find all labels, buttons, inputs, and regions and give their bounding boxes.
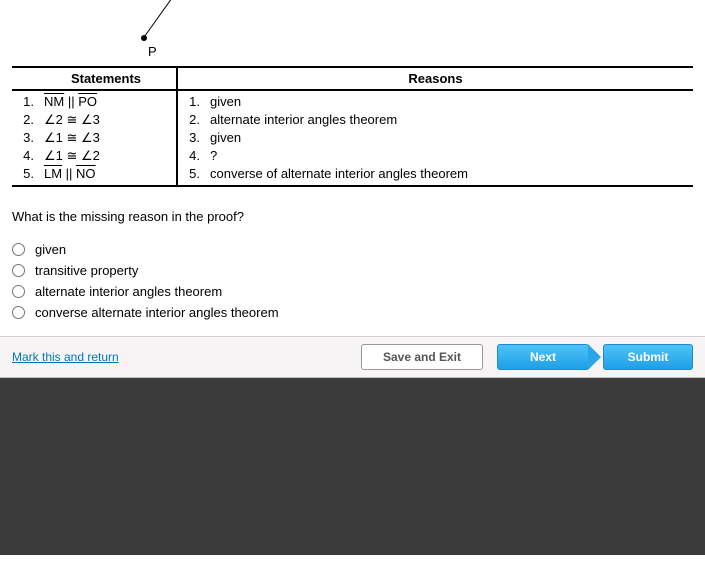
answer-option[interactable]: alternate interior angles theorem — [12, 284, 693, 299]
statement-text: LM || NO — [40, 165, 176, 183]
reason-text: ? — [206, 147, 693, 165]
option-label: converse alternate interior angles theor… — [35, 305, 279, 320]
answer-option[interactable]: converse alternate interior angles theor… — [12, 305, 693, 320]
option-label: transitive property — [35, 263, 138, 278]
answer-option[interactable]: given — [12, 242, 693, 257]
reason-text: converse of alternate interior angles th… — [206, 165, 693, 183]
reason-number: 5. — [178, 165, 206, 183]
option-label: alternate interior angles theorem — [35, 284, 222, 299]
statement-text: ∠2 ≅ ∠3 — [40, 111, 176, 129]
radio-input[interactable] — [12, 243, 25, 256]
radio-input[interactable] — [12, 264, 25, 277]
empty-area — [0, 378, 705, 555]
reason-text: given — [206, 129, 693, 147]
statement-number: 5. — [12, 165, 40, 183]
radio-input[interactable] — [12, 306, 25, 319]
reason-number: 1. — [178, 93, 206, 111]
statement-text: ∠1 ≅ ∠3 — [40, 129, 176, 147]
footer-bar: Mark this and return Save and Exit Next … — [0, 336, 705, 378]
reason-number: 3. — [178, 129, 206, 147]
save-and-exit-button[interactable]: Save and Exit — [361, 344, 483, 370]
reason-number: 4. — [178, 147, 206, 165]
reason-text: given — [206, 93, 693, 111]
statement-text: NM || PO — [40, 93, 176, 111]
submit-button[interactable]: Submit — [603, 344, 693, 370]
statement-text: ∠1 ≅ ∠2 — [40, 147, 176, 165]
proof-table: Statements Reasons 1.NM || PO2.∠2 ≅ ∠33.… — [12, 66, 693, 187]
statement-number: 4. — [12, 147, 40, 165]
statement-number: 3. — [12, 129, 40, 147]
option-label: given — [35, 242, 66, 257]
statements-header: Statements — [36, 68, 178, 89]
next-button[interactable]: Next — [497, 344, 589, 370]
reasons-header: Reasons — [178, 68, 693, 89]
diagram-fragment: P — [92, 0, 693, 60]
answer-option[interactable]: transitive property — [12, 263, 693, 278]
reason-number: 2. — [178, 111, 206, 129]
question-text: What is the missing reason in the proof? — [12, 209, 693, 224]
statement-number: 1. — [12, 93, 40, 111]
statement-number: 2. — [12, 111, 40, 129]
answer-options: given transitive property alternate interi… — [12, 242, 693, 320]
radio-input[interactable] — [12, 285, 25, 298]
mark-return-link[interactable]: Mark this and return — [12, 350, 119, 364]
reason-text: alternate interior angles theorem — [206, 111, 693, 129]
point-label-p: P — [148, 44, 157, 59]
